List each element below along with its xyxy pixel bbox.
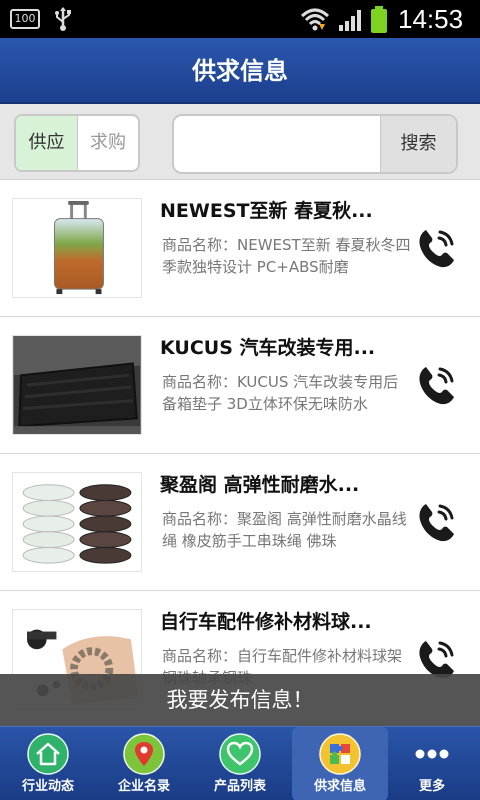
map-pin-icon	[123, 733, 165, 775]
more-icon	[415, 749, 449, 759]
puzzle-icon	[319, 733, 361, 775]
battery-small-icon: 100	[10, 9, 40, 29]
phone-icon[interactable]	[412, 361, 460, 409]
supply-tab[interactable]: 供应	[16, 116, 78, 170]
cord-spools-image	[12, 472, 142, 572]
status-bar: 100 14:53	[0, 0, 480, 38]
list-item[interactable]: 聚盈阁 高弹性耐磨水... 商品名称：聚盈阁 高弹性耐磨水晶线绳 橡皮筋手工串珠…	[0, 454, 480, 591]
nav-label: 产品列表	[213, 779, 266, 794]
nav-item-company-directory[interactable]: 企业名录	[96, 727, 192, 800]
phone-icon[interactable]	[412, 498, 460, 546]
nav-item-product-list[interactable]: 产品列表	[192, 727, 288, 800]
title-bar: 供求信息	[0, 38, 480, 104]
list-item[interactable]: NEWEST至新 春夏秋... 商品名称：NEWEST至新 春夏秋冬四季款独特设…	[0, 180, 480, 317]
trunk-mat-image	[12, 335, 142, 435]
bottom-nav: 行业动态 企业名录 产品列表 供求信息 更多	[0, 726, 480, 800]
nav-item-more[interactable]: 更多	[384, 727, 480, 800]
item-title: NEWEST至新 春夏秋...	[160, 200, 373, 222]
nav-label: 供求信息	[313, 779, 366, 794]
nav-label: 企业名录	[117, 779, 170, 794]
item-title: 自行车配件修补材料球...	[160, 611, 372, 633]
battery-icon	[371, 6, 387, 33]
publish-info-button[interactable]: 我要发布信息！	[0, 674, 480, 726]
item-description: 商品名称：NEWEST至新 春夏秋冬四季款独特设计 PC+ABS耐磨	[162, 236, 411, 276]
item-description: 商品名称：聚盈阁 高弹性耐磨水晶线绳 橡皮筋手工串珠绳 佛珠	[162, 510, 407, 550]
home-icon	[27, 733, 69, 775]
nav-label: 行业动态	[21, 779, 74, 794]
search-input[interactable]	[174, 116, 380, 172]
list-item[interactable]: KUCUS 汽车改装专用... 商品名称：KUCUS 汽车改装专用后备箱垫子 3…	[0, 317, 480, 454]
search-button[interactable]: 搜索	[380, 116, 456, 172]
demand-tab[interactable]: 求购	[78, 116, 138, 170]
supply-list: NEWEST至新 春夏秋... 商品名称：NEWEST至新 春夏秋冬四季款独特设…	[0, 180, 480, 726]
filter-bar: 供应 求购 搜索	[0, 104, 480, 180]
clock: 14:53	[398, 4, 464, 34]
item-title: 聚盈阁 高弹性耐磨水...	[160, 474, 360, 496]
usb-icon	[55, 7, 71, 31]
nav-label: 更多	[418, 779, 445, 794]
page-title: 供求信息	[192, 57, 288, 85]
luggage-image	[12, 198, 142, 298]
phone-icon[interactable]	[412, 224, 460, 272]
nav-item-industry-news[interactable]: 行业动态	[0, 727, 96, 800]
signal-icon	[339, 10, 361, 31]
search-box: 搜索	[172, 114, 458, 174]
item-description: 商品名称：KUCUS 汽车改装专用后备箱垫子 3D立体环保无味防水	[162, 373, 399, 413]
supply-demand-toggle: 供应 求购	[14, 114, 140, 172]
wifi-icon	[300, 8, 330, 31]
item-title: KUCUS 汽车改装专用...	[160, 337, 376, 359]
heart-icon	[219, 733, 261, 775]
nav-item-supply-demand[interactable]: 供求信息	[292, 727, 388, 800]
